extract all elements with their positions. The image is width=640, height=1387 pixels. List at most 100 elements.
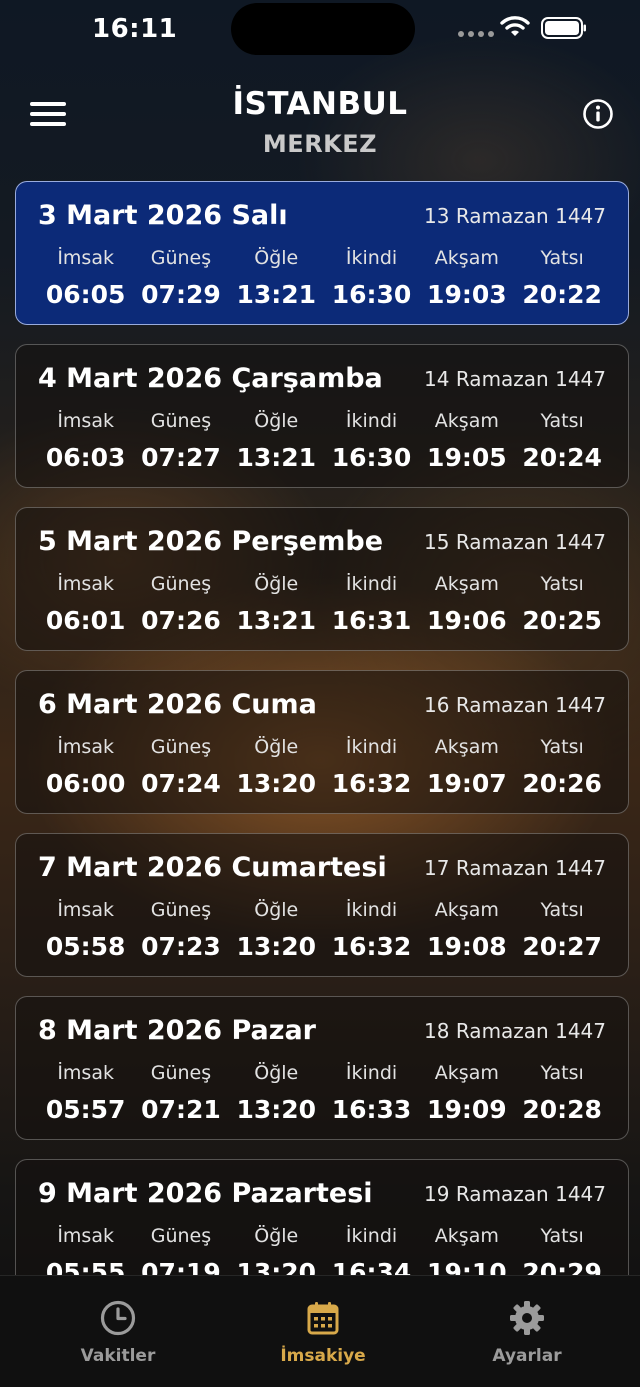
day-card[interactable]: 6 Mart 2026 Cuma 16 Ramazan 1447 İmsak 06…	[15, 670, 629, 814]
dynamic-island	[231, 3, 415, 55]
hijri-date: 16 Ramazan 1447	[424, 693, 606, 717]
battery-icon	[541, 17, 586, 39]
day-card[interactable]: 5 Mart 2026 Perşembe 15 Ramazan 1447 İms…	[15, 507, 629, 651]
prayer-time: 05:55	[45, 1258, 126, 1275]
prayer-label: İmsak	[57, 1062, 114, 1084]
prayer-time-ikindi: İkindi 16:32	[324, 733, 419, 798]
prayer-time: 07:27	[141, 443, 221, 472]
hijri-date: 19 Ramazan 1447	[424, 1182, 606, 1206]
prayer-time-imsak: İmsak 06:00	[38, 733, 133, 798]
prayer-time-gunes: Güneş 07:19	[133, 1222, 228, 1275]
prayer-label: Akşam	[434, 247, 499, 269]
tab-label: Ayarlar	[492, 1346, 562, 1366]
prayer-label: Yatsı	[540, 1062, 584, 1084]
gregorian-date: 9 Mart 2026 Pazartesi	[38, 1178, 373, 1209]
gear-icon	[510, 1301, 544, 1335]
gregorian-date: 4 Mart 2026 Çarşamba	[38, 363, 383, 394]
prayer-label: Öğle	[254, 573, 299, 595]
prayer-time: 13:21	[236, 443, 317, 472]
hijri-date: 17 Ramazan 1447	[424, 856, 606, 880]
prayer-label: Yatsı	[540, 899, 584, 921]
prayer-label: İkindi	[345, 247, 398, 269]
prayer-time: 06:01	[45, 606, 126, 635]
prayer-label: İmsak	[57, 573, 114, 595]
prayer-time: 06:05	[45, 280, 126, 309]
prayer-time: 16:31	[331, 606, 412, 635]
prayer-label: Güneş	[150, 410, 212, 432]
prayer-label: Öğle	[254, 1062, 299, 1084]
prayer-time: 05:58	[45, 932, 126, 961]
prayer-times-row: İmsak 06:00 Güneş 07:24 Öğle 13:20 İkindi 16…	[38, 733, 610, 798]
prayer-label: İkindi	[345, 573, 398, 595]
wifi-icon	[500, 16, 530, 36]
prayer-time: 07:19	[141, 1258, 221, 1275]
prayer-time-ikindi: İkindi 16:32	[324, 896, 419, 961]
prayer-time: 16:34	[331, 1258, 412, 1275]
tab-vakitler[interactable]: Vakitler	[38, 1298, 198, 1366]
prayer-time: 06:00	[45, 769, 126, 798]
prayer-time-ogle: Öğle 13:20	[229, 1059, 324, 1124]
prayer-time-ikindi: İkindi 16:31	[324, 570, 419, 635]
hijri-date: 18 Ramazan 1447	[424, 1019, 606, 1043]
prayer-time: 13:20	[236, 1258, 317, 1275]
prayer-time-ikindi: İkindi 16:30	[324, 407, 419, 472]
prayer-label: İkindi	[345, 736, 398, 758]
prayer-time: 20:28	[522, 1095, 602, 1124]
prayer-time-ogle: Öğle 13:21	[229, 244, 324, 309]
prayer-time: 19:10	[427, 1258, 507, 1275]
day-card[interactable]: 7 Mart 2026 Cumartesi 17 Ramazan 1447 İm…	[15, 833, 629, 977]
prayer-label: Güneş	[150, 247, 212, 269]
prayer-label: İkindi	[345, 410, 398, 432]
prayer-time: 13:20	[236, 932, 317, 961]
prayer-label: Güneş	[150, 573, 212, 595]
prayer-label: Öğle	[254, 247, 299, 269]
prayer-label: Akşam	[434, 1225, 499, 1247]
status-time: 16:11	[92, 14, 178, 44]
prayer-time: 07:29	[141, 280, 221, 309]
prayer-time-yatsi: Yatsı 20:26	[514, 733, 609, 798]
prayer-time-yatsi: Yatsı 20:29	[514, 1222, 609, 1275]
prayer-time: 19:05	[427, 443, 507, 472]
prayer-time-aksam: Akşam 19:06	[419, 570, 514, 635]
prayer-time: 07:23	[141, 932, 221, 961]
prayer-time: 16:30	[331, 280, 412, 309]
tab-bar: Vakitler İmsakiye Ayarlar	[0, 1275, 640, 1387]
prayer-time: 13:21	[236, 606, 317, 635]
hijri-date: 14 Ramazan 1447	[424, 367, 606, 391]
prayer-times-row: İmsak 05:58 Güneş 07:23 Öğle 13:20 İkindi 16…	[38, 896, 610, 961]
day-card[interactable]: 4 Mart 2026 Çarşamba 14 Ramazan 1447 İms…	[15, 344, 629, 488]
prayer-times-row: İmsak 05:57 Güneş 07:21 Öğle 13:20 İkindi 16…	[38, 1059, 610, 1124]
prayer-label: İmsak	[57, 736, 114, 758]
prayer-time-yatsi: Yatsı 20:27	[514, 896, 609, 961]
day-card[interactable]: 9 Mart 2026 Pazartesi 19 Ramazan 1447 İm…	[15, 1159, 629, 1275]
prayer-time-ikindi: İkindi 16:30	[324, 244, 419, 309]
prayer-label: Yatsı	[540, 247, 584, 269]
prayer-label: Güneş	[150, 1225, 212, 1247]
clock-icon	[100, 1300, 136, 1336]
prayer-time-imsak: İmsak 06:05	[38, 244, 133, 309]
prayer-time-gunes: Güneş 07:21	[133, 1059, 228, 1124]
prayer-time-ogle: Öğle 13:21	[229, 570, 324, 635]
prayer-label: İmsak	[57, 410, 114, 432]
prayer-label: Akşam	[434, 1062, 499, 1084]
prayer-label: Öğle	[254, 410, 299, 432]
prayer-label: İkindi	[345, 1225, 398, 1247]
prayer-time-yatsi: Yatsı 20:24	[514, 407, 609, 472]
prayer-time: 19:06	[427, 606, 507, 635]
day-card[interactable]: 8 Mart 2026 Pazar 18 Ramazan 1447 İmsak 0…	[15, 996, 629, 1140]
prayer-time: 16:32	[331, 769, 412, 798]
hijri-date: 15 Ramazan 1447	[424, 530, 606, 554]
prayer-label: İkindi	[345, 899, 398, 921]
day-card[interactable]: 3 Mart 2026 Salı 13 Ramazan 1447 İmsak 06…	[15, 181, 629, 325]
prayer-time: 05:57	[45, 1095, 126, 1124]
tab-ayarlar[interactable]: Ayarlar	[447, 1298, 607, 1366]
info-icon[interactable]	[582, 98, 614, 130]
prayer-label: Güneş	[150, 899, 212, 921]
prayer-time-aksam: Akşam 19:10	[419, 1222, 514, 1275]
prayer-label: Yatsı	[540, 1225, 584, 1247]
prayer-time-imsak: İmsak 06:01	[38, 570, 133, 635]
prayer-time: 19:09	[427, 1095, 507, 1124]
prayer-time-aksam: Akşam 19:05	[419, 407, 514, 472]
imsakiye-list[interactable]: 3 Mart 2026 Salı 13 Ramazan 1447 İmsak 06…	[15, 181, 631, 1275]
tab-imsakiye[interactable]: İmsakiye	[243, 1298, 403, 1366]
